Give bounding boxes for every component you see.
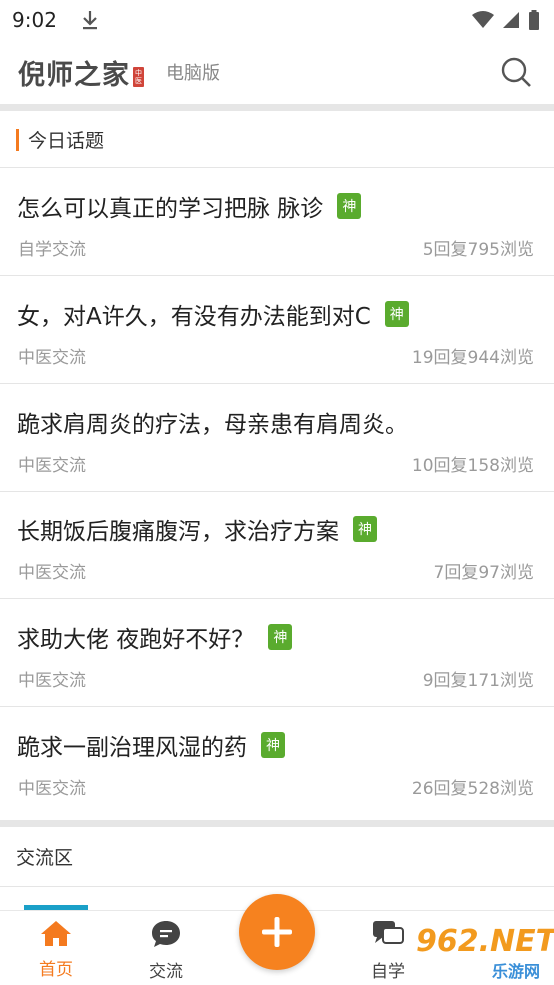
- download-icon: [82, 11, 97, 30]
- accent-bar: [16, 128, 19, 151]
- topic-stats: 5回复795浏览: [422, 240, 534, 260]
- topic-title: 跪求一副治理风湿的药: [17, 735, 247, 761]
- section-title: 今日话题: [28, 130, 105, 152]
- topic-row[interactable]: 女，对A许久，有没有办法能到对C 神 中医交流 19回复944浏览: [0, 277, 554, 384]
- today-topics-heading: 今日话题: [0, 112, 554, 168]
- topic-row[interactable]: 长期饭后腹痛腹泻，求治疗方案 神 中医交流 7回复97浏览: [0, 492, 554, 599]
- search-icon[interactable]: [500, 56, 532, 88]
- chat-icon: [373, 921, 404, 944]
- watermark-text: 乐游网: [492, 962, 541, 981]
- topic-title: 女，对A许久，有没有办法能到对C: [17, 304, 371, 330]
- tab-exchange[interactable]: 交流: [126, 919, 206, 982]
- topic-stats: 26回复528浏览: [411, 779, 534, 799]
- topic-stats: 9回复171浏览: [422, 671, 534, 691]
- topic-category: 中医交流: [18, 563, 86, 583]
- status-bar: 9:02: [0, 0, 554, 40]
- section-title: 交流区: [16, 847, 74, 869]
- home-icon: [41, 921, 71, 946]
- topic-category: 自学交流: [18, 240, 86, 260]
- status-time: 9:02: [12, 8, 57, 32]
- hot-badge: 神: [353, 516, 377, 542]
- topic-title: 跪求肩周炎的疗法，母亲患有肩周炎。: [17, 412, 408, 438]
- hot-badge: 神: [337, 193, 362, 219]
- desktop-version-link[interactable]: 电脑版: [166, 59, 220, 85]
- signal-icon: [503, 12, 519, 28]
- watermark-logo: 962.NET: [416, 924, 554, 959]
- topic-category: 中医交流: [18, 456, 86, 476]
- topic-row[interactable]: 跪求一副治理风湿的药 神 中医交流 26回复528浏览: [0, 708, 554, 815]
- topic-row[interactable]: 怎么可以真正的学习把脉 脉诊 神 自学交流 5回复795浏览: [0, 169, 554, 276]
- tab-home[interactable]: 首页: [16, 919, 96, 980]
- app-header: 倪师之家 中医 电脑版: [0, 40, 554, 104]
- topic-title: 怎么可以真正的学习把脉 脉诊: [17, 196, 324, 222]
- app-logo: 倪师之家: [18, 59, 130, 91]
- tab-label: 首页: [39, 960, 73, 980]
- logo-seal: 中医: [133, 67, 144, 87]
- hot-badge: 神: [268, 624, 293, 650]
- wifi-icon: [472, 11, 494, 28]
- divider: [0, 104, 554, 111]
- site-watermark: 962.NET 乐游网: [412, 920, 554, 982]
- divider: [0, 820, 554, 827]
- topic-title: 求助大佬 夜跑好不好？: [17, 627, 255, 653]
- battery-icon: [529, 10, 539, 30]
- hot-badge: 神: [261, 732, 285, 758]
- topic-category: 中医交流: [18, 779, 86, 799]
- add-post-button[interactable]: [239, 894, 315, 970]
- plus-icon: [262, 917, 292, 947]
- chat-bubble-icon: [152, 921, 180, 947]
- topic-stats: 7回复97浏览: [433, 563, 534, 583]
- topic-row[interactable]: 跪求肩周炎的疗法，母亲患有肩周炎。 中医交流 10回复158浏览: [0, 385, 554, 492]
- topic-category: 中医交流: [18, 671, 86, 691]
- topic-stats: 19回复944浏览: [411, 348, 534, 368]
- forum-heading: 交流区: [0, 827, 554, 887]
- topic-category: 中医交流: [18, 348, 86, 368]
- hot-badge: 神: [384, 301, 409, 327]
- topic-row[interactable]: 求助大佬 夜跑好不好？ 神 中医交流 9回复171浏览: [0, 600, 554, 707]
- tab-label: 交流: [149, 962, 183, 982]
- topic-title: 长期饭后腹痛腹泻，求治疗方案: [17, 519, 339, 545]
- topic-stats: 10回复158浏览: [411, 456, 534, 476]
